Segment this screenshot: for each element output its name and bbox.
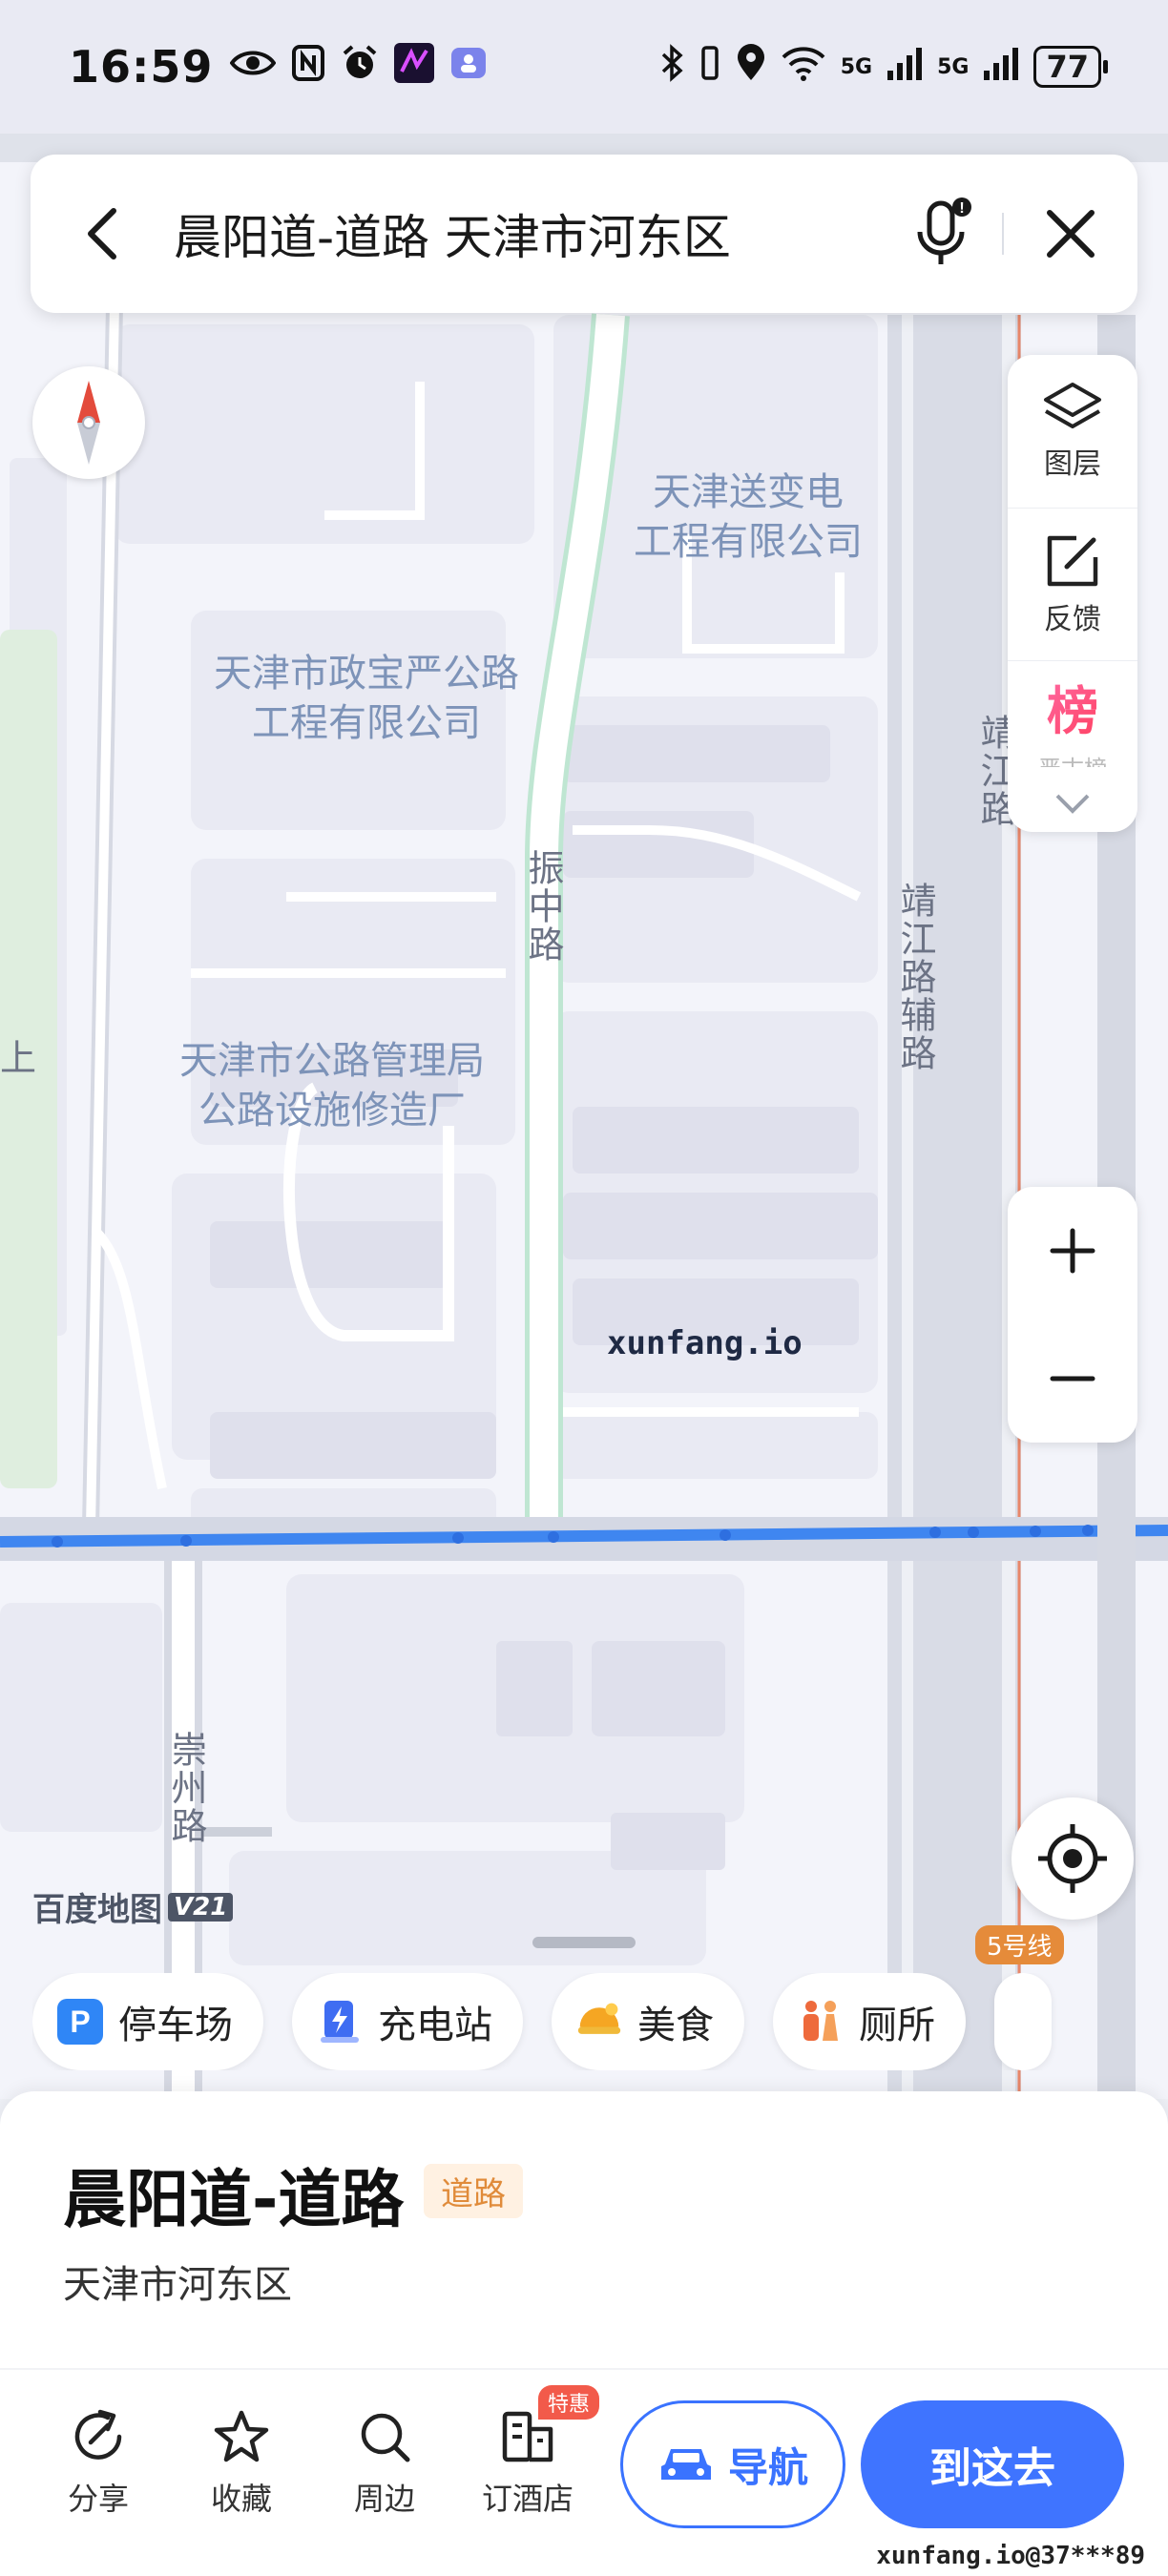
status-bar: 16:59 5G 5G 77 <box>0 0 1168 134</box>
microphone-icon: ! <box>917 197 971 264</box>
bluetooth-icon <box>661 43 684 91</box>
road-label-jingjiang-aux: 靖江路辅路 <box>894 882 936 1072</box>
toilet-icon <box>798 1999 844 2045</box>
chip-charging-label: 充电站 <box>378 2004 492 2047</box>
go-here-button[interactable]: 到这去 <box>861 2400 1124 2528</box>
nfc-icon <box>291 44 325 91</box>
share-icon <box>74 2409 122 2460</box>
search-bar: 晨阳道-道路 天津市河东区 ! <box>31 155 1137 313</box>
poi-label-road-facility-factory[interactable]: 天津市公路管理局 公路设施修造厂 <box>179 1036 485 1135</box>
eye-icon <box>229 48 277 87</box>
road-label-chongzhou: 崇州路 <box>165 1731 207 1845</box>
poi-label-power-company[interactable]: 天津送变电 工程有限公司 <box>634 467 863 567</box>
car-icon <box>660 2449 711 2480</box>
layers-icon <box>1044 382 1101 428</box>
map-tools-panel: 图层 反馈 榜 严古榜 <box>1008 355 1137 832</box>
plus-icon <box>1050 1228 1095 1274</box>
search-icon <box>361 2413 410 2462</box>
logo-version: V21 <box>168 1892 234 1922</box>
status-time: 16:59 <box>69 41 214 93</box>
poi-label-municipal-road-company[interactable]: 天津市政宝严公路 工程有限公司 <box>214 649 519 748</box>
logo-text: 百度地图 <box>32 1891 162 1929</box>
search-input[interactable]: 晨阳道-道路 天津市河东区 <box>174 199 887 268</box>
road-label-zhenzhong: 振中路 <box>522 849 564 964</box>
nearby-label: 周边 <box>353 2481 415 2517</box>
parking-icon: P <box>57 1999 103 2045</box>
signal-icon-2 <box>982 44 1020 91</box>
ranking-icon: 榜 <box>1047 669 1098 744</box>
place-address: 天津市河东区 <box>63 2263 292 2307</box>
compass-button[interactable] <box>32 366 145 479</box>
place-type-tag: 道路 <box>424 2164 523 2218</box>
footer-watermark: xunfang.io@37***89 <box>876 2542 1145 2570</box>
book-hotel-label: 订酒店 <box>481 2481 574 2517</box>
nearby-button[interactable]: 周边 <box>323 2408 447 2519</box>
network-type-1: 5G <box>840 54 873 79</box>
chip-toilet-label: 厕所 <box>859 2004 935 2047</box>
battery-indicator: 77 <box>1033 46 1108 88</box>
back-button[interactable] <box>31 155 174 313</box>
baidu-map-logo: 百度地图 V21 <box>32 1883 234 1930</box>
close-button[interactable] <box>1004 155 1137 313</box>
svg-text:P: P <box>70 2005 90 2039</box>
zoom-in-button[interactable] <box>1008 1187 1137 1315</box>
map-view[interactable]: 天津送变电 工程有限公司 天津市政宝严公路 工程有限公司 天津市公路管理局 公路… <box>0 0 1168 2099</box>
chip-food-label: 美食 <box>637 2004 714 2047</box>
feedback-button[interactable]: 反馈 <box>1008 509 1137 662</box>
ranking-button[interactable]: 榜 严古榜 <box>1008 661 1137 775</box>
expand-tools-button[interactable] <box>1053 775 1092 832</box>
edit-icon <box>1047 535 1098 586</box>
share-label: 分享 <box>67 2481 129 2517</box>
go-here-label: 到这去 <box>929 2444 1055 2493</box>
drag-handle[interactable] <box>532 1937 636 1948</box>
navigate-label: 导航 <box>727 2443 808 2491</box>
vibrate-icon <box>698 44 722 91</box>
compass-icon <box>77 381 100 465</box>
network-type-2: 5G <box>937 54 970 79</box>
layers-button[interactable]: 图层 <box>1008 355 1137 509</box>
svg-text:!: ! <box>959 200 964 217</box>
chip-food[interactable]: 美食 <box>552 1973 744 2070</box>
back-arrow-icon <box>88 208 116 260</box>
place-detail-sheet: 晨阳道-道路 道路 天津市河东区 分享 收藏 周边 特惠 订酒店 导航 到这去 … <box>0 2091 1168 2576</box>
minus-icon <box>1050 1376 1095 1381</box>
metro-line-tag[interactable]: 5号线 <box>975 1925 1064 1964</box>
crosshair-icon <box>1038 1824 1107 1893</box>
place-title: 晨阳道-道路 <box>63 2163 405 2236</box>
chip-parking-label: 停车场 <box>118 2004 233 2047</box>
zoom-out-button[interactable] <box>1008 1315 1137 1443</box>
chip-toilet[interactable]: 厕所 <box>773 1973 966 2070</box>
chevron-down-icon <box>1055 794 1090 815</box>
charging-icon <box>317 1999 363 2045</box>
close-icon <box>1047 210 1095 258</box>
road-label-edge: 上 <box>0 1037 37 1079</box>
voice-search-button[interactable]: ! <box>887 155 1002 313</box>
layers-label: 图层 <box>1044 447 1101 481</box>
chip-more[interactable] <box>994 1973 1052 2070</box>
locate-me-button[interactable] <box>1012 1797 1134 1920</box>
location-pin-icon <box>736 43 766 91</box>
signal-icon <box>886 44 924 91</box>
alarm-icon <box>341 44 379 91</box>
star-icon <box>214 2410 269 2462</box>
app-notification-icon <box>394 42 435 92</box>
book-hotel-button[interactable]: 特惠 订酒店 <box>466 2385 600 2519</box>
chip-charging[interactable]: 充电站 <box>292 1973 523 2070</box>
poi-category-chips: P 停车场 充电站 美食 厕所 <box>32 1973 1168 2070</box>
wifi-icon <box>780 44 827 91</box>
ranking-label: 严古榜 <box>1038 750 1107 767</box>
map-watermark: xunfang.io <box>607 1324 803 1362</box>
hotel-deal-badge: 特惠 <box>538 2385 600 2420</box>
favorite-label: 收藏 <box>210 2481 272 2517</box>
teams-icon <box>449 44 488 91</box>
zoom-controls <box>1008 1187 1137 1443</box>
chip-parking[interactable]: P 停车场 <box>32 1973 263 2070</box>
feedback-label: 反馈 <box>1044 602 1101 636</box>
navigate-button[interactable]: 导航 <box>620 2400 845 2528</box>
food-icon <box>576 1999 622 2045</box>
share-button[interactable]: 分享 <box>36 2408 160 2519</box>
favorite-button[interactable]: 收藏 <box>179 2408 303 2519</box>
